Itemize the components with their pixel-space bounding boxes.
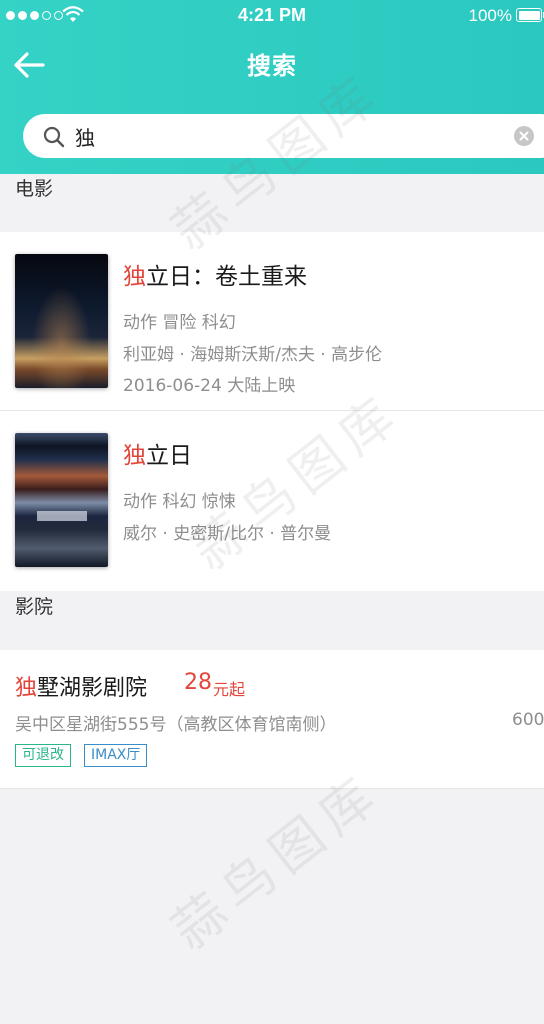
movie-cast: 威尔 · 史密斯/比尔 · 普尔曼	[123, 524, 332, 544]
movie-list: 独立日：卷土重来 动作 冒险 科幻 利亚姆 · 海姆斯沃斯/杰夫 · 高步伦 2…	[0, 232, 544, 591]
status-bar: 4:21 PM 100%	[0, 0, 544, 34]
section-header-cinemas: 影院	[15, 596, 54, 618]
header-bar: 4:21 PM 100% 搜索	[0, 0, 544, 174]
cinema-price: 28	[184, 670, 212, 695]
movie-title: 独立日：卷土重来	[123, 264, 307, 290]
cinema-price-unit: 元起	[213, 680, 246, 699]
cinema-address: 吴中区星湖街555号（高教区体育馆南侧）	[15, 715, 337, 735]
clear-search-button[interactable]	[514, 126, 534, 146]
search-icon	[43, 126, 65, 148]
movie-cast: 利亚姆 · 海姆斯沃斯/杰夫 · 高步伦	[123, 345, 383, 365]
movie-title: 独立日	[123, 443, 192, 469]
nav-bar: 搜索	[0, 34, 544, 96]
cinema-item[interactable]: 独墅湖影剧院 28 元起 吴中区星湖街555号（高教区体育馆南侧） 600 可退…	[0, 650, 544, 788]
movie-genres: 动作 科幻 惊悚	[123, 492, 236, 512]
divider	[0, 788, 544, 789]
movie-genres: 动作 冒险 科幻	[123, 313, 236, 333]
movie-poster	[15, 433, 108, 567]
section-header-movies: 电影	[15, 178, 54, 200]
cinema-name: 独墅湖影剧院	[15, 676, 148, 701]
tag-refundable: 可退改	[15, 744, 71, 767]
movie-poster	[15, 254, 108, 388]
search-bar[interactable]	[23, 114, 544, 158]
page-title: 搜索	[247, 52, 297, 80]
battery-icon	[516, 8, 542, 22]
movie-release-date: 2016-06-24 大陆上映	[123, 376, 296, 396]
movie-item[interactable]: 独立日：卷土重来 动作 冒险 科幻 利亚姆 · 海姆斯沃斯/杰夫 · 高步伦 2…	[0, 232, 544, 412]
movie-item[interactable]: 独立日 动作 科幻 惊悚 威尔 · 史密斯/比尔 · 普尔曼	[0, 411, 544, 591]
clear-icon	[519, 131, 529, 141]
search-input[interactable]	[75, 118, 475, 154]
tag-imax: IMAX厅	[84, 744, 148, 767]
battery-percent: 100%	[468, 6, 512, 25]
cinema-distance: 600	[512, 710, 544, 730]
status-time: 4:21 PM	[237, 5, 307, 25]
